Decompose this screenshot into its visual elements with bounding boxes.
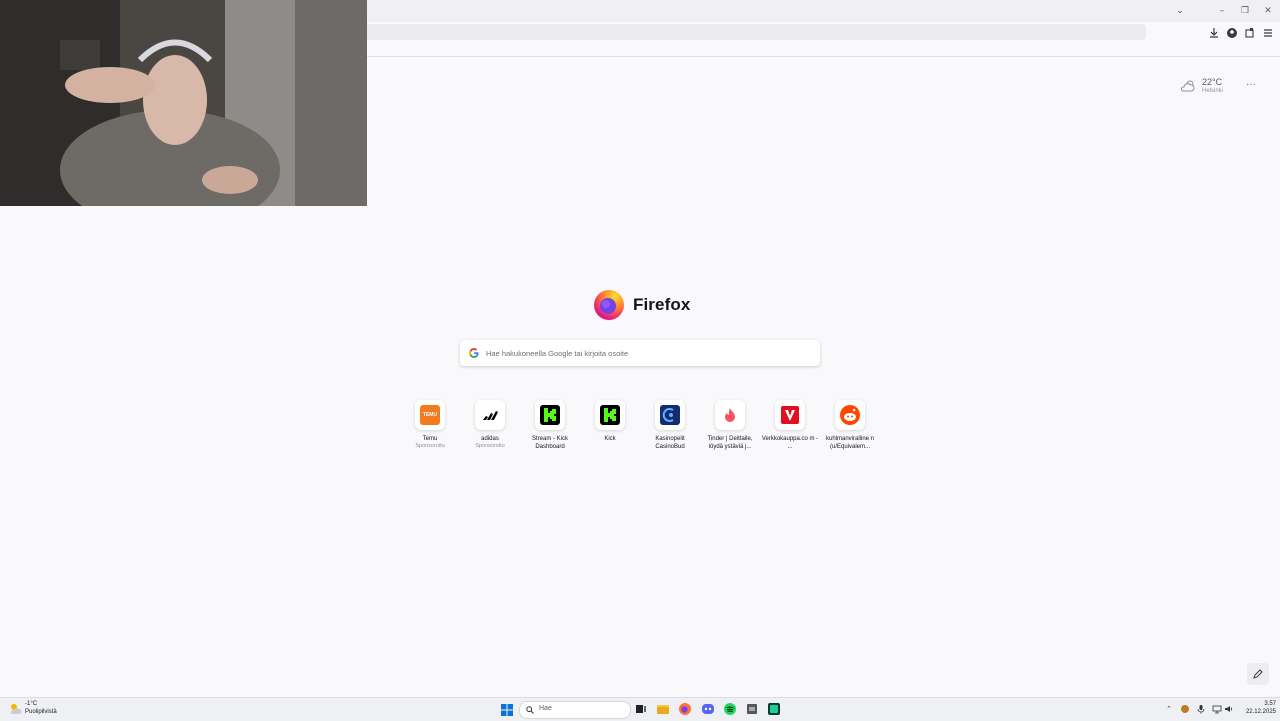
top-site-label: Tinder | Deittaile, löydä ystäviä j... bbox=[707, 436, 753, 450]
minimize-button[interactable]: – bbox=[1210, 3, 1234, 19]
search-box[interactable] bbox=[460, 340, 820, 366]
weather-temperature: 22°C bbox=[1202, 77, 1223, 87]
top-site-kick[interactable]: Kick bbox=[580, 400, 640, 460]
weather-location: Helsinki bbox=[1202, 88, 1224, 94]
customize-newtab-button[interactable] bbox=[1247, 663, 1269, 685]
top-site-label: adidas bbox=[481, 436, 499, 442]
temu-icon: TEMU bbox=[415, 400, 445, 430]
volume-icon[interactable] bbox=[1224, 704, 1234, 714]
weather-widget[interactable]: 22°C Helsinki bbox=[1178, 76, 1238, 98]
top-site-label: Verkkokauppa.co m - ... bbox=[761, 436, 819, 450]
search-input[interactable] bbox=[486, 346, 806, 360]
windows-icon bbox=[501, 704, 513, 716]
list-all-tabs-button[interactable]: ⌄ bbox=[1168, 3, 1192, 19]
kick-icon bbox=[535, 400, 565, 430]
casinobud-icon bbox=[655, 400, 685, 430]
sponsored-label: Sponsoroitu bbox=[415, 443, 445, 449]
top-site-label: kuhlmanviralline n (u/Equivalem... bbox=[825, 436, 875, 450]
chevron-up-icon[interactable]: ⌃ bbox=[1164, 704, 1174, 714]
discord-icon[interactable] bbox=[701, 702, 715, 716]
extensions-icon[interactable] bbox=[1243, 27, 1257, 41]
taskbar: -1°C Puolipilvistä Hae ⌃ 3.57 22.12.2025 bbox=[0, 697, 1280, 721]
firefox-logo: Firefox bbox=[593, 289, 693, 321]
top-site-adidas[interactable]: adidas Sponsoroitu bbox=[460, 400, 520, 460]
taskbar-weather-text: Puolipilvistä bbox=[25, 709, 57, 715]
firefox-icon bbox=[594, 290, 624, 320]
kick-app-icon[interactable] bbox=[767, 702, 781, 716]
adidas-icon bbox=[475, 400, 505, 430]
top-site-label: Temu bbox=[422, 436, 438, 442]
sun-cloud-icon bbox=[10, 704, 22, 714]
top-site-temu[interactable]: TEMU Temu Sponsoroitu bbox=[400, 400, 460, 460]
sponsored-label: Sponsoroitu bbox=[475, 443, 505, 449]
top-site-label: Kick bbox=[604, 436, 616, 442]
top-site-kick-dashboard[interactable]: Stream - Kick Dashboard bbox=[520, 400, 580, 460]
top-site-reddit[interactable]: kuhlmanviralline n (u/Equivalem... bbox=[820, 400, 880, 460]
file-explorer-icon[interactable] bbox=[656, 702, 670, 716]
newtab-options-button[interactable]: ··· bbox=[1244, 78, 1258, 92]
taskbar-search-label: Hae bbox=[539, 705, 552, 712]
clock-date: 22.12.2025 bbox=[1245, 709, 1276, 715]
tinder-icon bbox=[715, 400, 745, 430]
clock-time: 3.57 bbox=[1264, 701, 1276, 707]
account-icon[interactable] bbox=[1225, 27, 1239, 41]
search-icon bbox=[526, 706, 534, 714]
top-site-label: Stream - Kick Dashboard bbox=[531, 436, 568, 450]
task-view-icon[interactable] bbox=[634, 702, 648, 716]
top-site-label: Kasinopelit CasinoBud bbox=[655, 436, 685, 450]
obs-icon[interactable] bbox=[745, 702, 759, 716]
hamburger-icon[interactable] bbox=[1261, 27, 1275, 41]
brand-wordmark: Firefox bbox=[633, 295, 691, 314]
close-button[interactable]: ✕ bbox=[1256, 3, 1280, 19]
pencil-icon bbox=[1253, 669, 1263, 679]
restore-button[interactable]: ❐ bbox=[1233, 3, 1257, 19]
verkkokauppa-icon bbox=[775, 400, 805, 430]
google-icon bbox=[469, 348, 479, 358]
tray-app-icon[interactable] bbox=[1180, 704, 1190, 714]
firefox-taskbar-icon[interactable] bbox=[678, 702, 692, 716]
top-site-tinder[interactable]: Tinder | Deittaile, löydä ystäviä j... bbox=[700, 400, 760, 460]
webcam-overlay bbox=[0, 0, 367, 206]
url-bar[interactable] bbox=[330, 24, 1146, 40]
network-icon[interactable] bbox=[1212, 704, 1222, 714]
download-icon[interactable] bbox=[1207, 27, 1221, 41]
taskbar-search[interactable]: Hae bbox=[519, 701, 631, 719]
taskbar-weather-temp: -1°C bbox=[25, 701, 38, 707]
microphone-icon[interactable] bbox=[1196, 704, 1206, 714]
partly-cloudy-icon bbox=[1181, 80, 1195, 92]
start-button[interactable] bbox=[501, 703, 513, 716]
reddit-icon bbox=[835, 400, 865, 430]
spotify-icon[interactable] bbox=[723, 702, 737, 716]
top-site-verkkokauppa[interactable]: Verkkokauppa.co m - ... bbox=[760, 400, 820, 460]
kick-icon bbox=[595, 400, 625, 430]
top-site-casinobud[interactable]: Kasinopelit CasinoBud bbox=[640, 400, 700, 460]
